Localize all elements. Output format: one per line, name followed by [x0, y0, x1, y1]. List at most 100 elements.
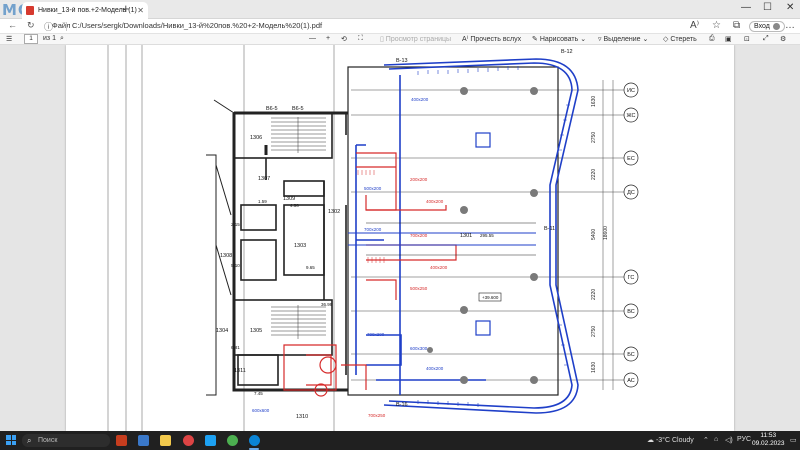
- area-label: 1.59: [258, 199, 267, 204]
- telegram-icon[interactable]: [205, 435, 216, 446]
- read-mode-icon[interactable]: A⁾: [690, 20, 699, 31]
- grid-axis-label: ГС: [628, 275, 635, 281]
- address-bar: ← ↻ ⓘ Файл C:/Users/sergk/Downloads/Нивк…: [0, 19, 800, 34]
- draw-label: Нарисовать: [539, 36, 579, 43]
- svg-text:2220: 2220: [591, 169, 597, 180]
- axis-label-top: В-13: [396, 58, 408, 64]
- signin-button[interactable]: Вход: [749, 21, 785, 32]
- search-placeholder: Поиск: [38, 437, 58, 444]
- system-clock[interactable]: 11:53 09.02.2023: [752, 432, 785, 448]
- taskbar-app-icon[interactable]: [116, 435, 127, 446]
- refresh-icon[interactable]: ↻: [27, 20, 35, 31]
- room-1305: 1305: [250, 328, 262, 334]
- save-icon[interactable]: ▣: [725, 35, 732, 43]
- blue-duct-label: 700x200: [367, 332, 385, 337]
- zoom-in-button[interactable]: +: [326, 35, 330, 42]
- file-explorer-icon[interactable]: [160, 435, 171, 446]
- red-duct-label: 400x200: [430, 265, 448, 270]
- grid-axis-label: БС: [627, 352, 635, 358]
- grid-axis-label: ВС: [627, 309, 634, 315]
- minimize-window-button[interactable]: —: [741, 2, 751, 13]
- search-icon: ⌕: [27, 436, 32, 445]
- address-prefix: Файл: [52, 21, 71, 30]
- svg-text:18600: 18600: [603, 226, 609, 240]
- windows-taskbar: ⌕ Поиск ☁ -3°C Cloudy ⌃ ⌂ ◁) РУС 11:53 0…: [0, 431, 800, 450]
- red-duct-label: 400x200: [426, 199, 444, 204]
- area-label: 295.55: [480, 233, 494, 238]
- rotate-icon[interactable]: ⟲: [341, 35, 347, 43]
- back-icon[interactable]: ←: [8, 20, 17, 30]
- pdf-toolbar: ☰ 1 из 1 ⌕ — + ⟲ ⛶ ▯ Просмотр страницы A…: [0, 34, 800, 45]
- page-view-button[interactable]: ▯ Просмотр страницы: [380, 35, 451, 43]
- blue-duct-label: 700x200: [364, 227, 382, 232]
- find-icon[interactable]: ⌕: [60, 35, 64, 43]
- network-icon[interactable]: ⌂: [714, 436, 718, 443]
- room-1309: 1309: [283, 196, 295, 202]
- blue-duct-label: 400x200: [411, 97, 429, 102]
- volume-icon[interactable]: ◁): [725, 436, 733, 444]
- grid-axis-label: АС: [627, 378, 635, 384]
- grid-axis-label: ЕС: [627, 156, 635, 162]
- collections-icon[interactable]: ⧉: [733, 20, 740, 31]
- draw-button[interactable]: ✎ Нарисовать ⌄: [532, 35, 586, 43]
- page-total: из 1: [43, 35, 56, 42]
- taskbar-search[interactable]: ⌕ Поиск: [22, 434, 110, 447]
- axis-label-right: В-12: [561, 49, 573, 55]
- notifications-icon[interactable]: ▭: [790, 436, 797, 444]
- stairs-bottom: [271, 306, 326, 336]
- close-tab-icon[interactable]: ✕: [137, 6, 144, 15]
- clock-date: 09.02.2023: [752, 440, 785, 447]
- erase-button[interactable]: ◇ Стереть: [663, 35, 697, 43]
- task-view-icon[interactable]: [138, 435, 149, 446]
- area-label: 6.81: [231, 345, 240, 350]
- weather-widget[interactable]: ☁ -3°C Cloudy: [647, 436, 694, 444]
- area-label: 5.10: [231, 263, 240, 268]
- close-window-button[interactable]: ✕: [786, 2, 794, 13]
- area-label: 4.56: [290, 203, 299, 208]
- start-button[interactable]: [6, 435, 16, 445]
- room-1310: 1310: [296, 414, 308, 420]
- page-number-input[interactable]: 1: [24, 34, 38, 44]
- highlight-button[interactable]: ▿ Выделение ⌄: [598, 35, 648, 43]
- fit-page-icon[interactable]: ⛶: [358, 35, 363, 43]
- zoom-out-button[interactable]: —: [309, 35, 316, 42]
- axis-label-side: В-11: [544, 226, 555, 232]
- more-menu-icon[interactable]: …: [785, 20, 795, 31]
- save-as-icon[interactable]: ⊡: [744, 35, 750, 43]
- stairs-top: [271, 117, 326, 151]
- elevation-mark: +39.600: [482, 295, 499, 300]
- maximize-window-button[interactable]: ☐: [763, 2, 772, 13]
- edge-icon[interactable]: [249, 435, 260, 446]
- browser-tab-strip: MGA Нивки_13-й пов.+2-Модель (1)... ✕ + …: [0, 0, 800, 19]
- svg-text:5400: 5400: [591, 229, 597, 240]
- axis-label-left2: В6-5: [292, 106, 304, 112]
- red-duct-label: 700x200: [410, 233, 428, 238]
- area-label: 36.99: [321, 302, 333, 307]
- address-separator: [66, 22, 67, 31]
- clock-time: 11:53: [760, 432, 777, 439]
- new-tab-button[interactable]: +: [122, 1, 130, 16]
- svg-text:2220: 2220: [591, 289, 597, 300]
- pdf-file-icon: [26, 6, 34, 15]
- read-aloud-button[interactable]: A⁾ Прочесть вслух: [462, 35, 521, 43]
- url-field[interactable]: C:/Users/sergk/Downloads/Нивки_13-й%20по…: [72, 21, 322, 30]
- grid-axis-markers: ИС ЖС ЕС ДС ГС ВС БС АС: [623, 82, 639, 388]
- tray-chevron-icon[interactable]: ⌃: [703, 436, 709, 444]
- weather-text: -3°C Cloudy: [655, 437, 694, 444]
- pdf-page: ИС ЖС ЕС ДС ГС ВС БС АС 1630 2750 2220 5400 186…: [66, 45, 734, 431]
- chrome-icon[interactable]: [227, 435, 238, 446]
- fullscreen-icon[interactable]: ⤢: [763, 35, 769, 43]
- grid-axis-label: ИС: [627, 88, 635, 94]
- room-1307: 1307: [258, 176, 270, 182]
- pdf-document-area[interactable]: ИС ЖС ЕС ДС ГС ВС БС АС 1630 2750 2220 5400 186…: [0, 45, 800, 431]
- favorite-star-icon[interactable]: ☆: [712, 20, 721, 31]
- print-icon[interactable]: ⎙: [709, 35, 715, 43]
- svg-text:2750: 2750: [591, 326, 597, 337]
- area-label: 9.65: [306, 265, 315, 270]
- blue-duct-label: 600x600: [252, 408, 270, 413]
- settings-gear-icon[interactable]: ⚙: [780, 35, 786, 43]
- page-view-label: Просмотр страницы: [385, 36, 452, 43]
- language-indicator[interactable]: РУС: [737, 436, 751, 443]
- opera-icon[interactable]: [183, 435, 194, 446]
- contents-icon[interactable]: ☰: [6, 35, 12, 43]
